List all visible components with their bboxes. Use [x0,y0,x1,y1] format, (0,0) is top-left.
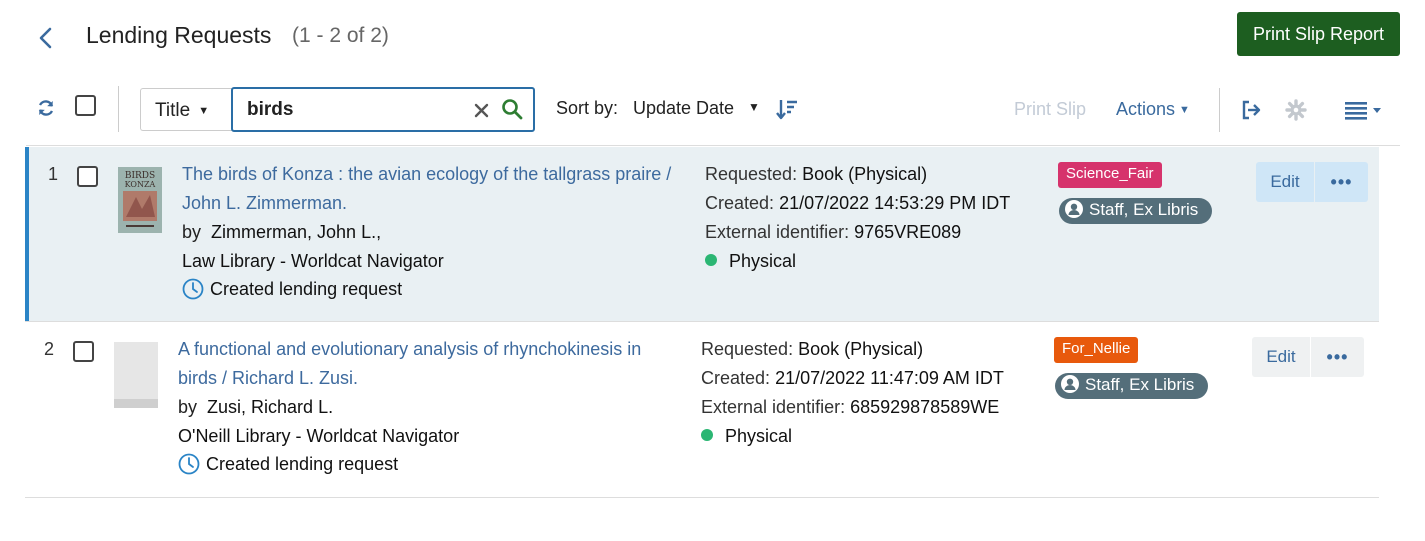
library-name: O'Neill Library - Worldcat Navigator [178,426,460,446]
toolbar: Title ▼ Sort by: Update Date ▼ Print Slip… [0,84,1425,134]
export-icon[interactable] [1240,99,1262,121]
status-line: Created lending request [178,450,398,479]
chevron-down-icon: ▼ [1179,104,1190,116]
back-icon[interactable] [36,26,56,50]
list-view-icon[interactable] [1345,100,1385,120]
created-value: 21/07/2022 11:47:09 AM IDT [775,368,1004,388]
assignee-chip[interactable]: Staff, Ex Libris [1059,198,1213,224]
requested-label: Requested: [705,164,798,184]
sort-field-select[interactable]: Update Date [633,98,734,119]
edit-button[interactable]: Edit [1256,162,1314,202]
actions-menu[interactable]: Actions ▼ [1116,99,1190,120]
created-label: Created: [701,368,771,388]
chevron-down-icon[interactable]: ▼ [748,100,760,114]
page-title: Lending Requests [86,22,272,48]
cover-lettering-konza: KONZA [125,180,156,189]
created-value: 21/07/2022 14:53:29 PM IDT [779,193,1011,213]
result-count: (1 - 2 of 2) [292,24,389,47]
tag-badge[interactable]: Science_Fair [1058,162,1162,188]
by-prefix: by [182,222,202,242]
more-actions-button[interactable]: ••• [1311,337,1364,377]
external-id-label: External identifier: [701,397,846,417]
more-actions-button[interactable]: ••• [1315,162,1368,202]
author-name: Zimmerman, John L., [211,222,382,242]
requested-value: Book (Physical) [802,164,928,184]
user-icon [1065,200,1083,218]
search-field-label: Title [155,100,191,121]
by-prefix: by [178,397,198,417]
request-details: Requested: Book (Physical) Created: 21/0… [705,160,1010,276]
book-cover-placeholder [114,342,158,408]
status-text: Created lending request [206,454,399,474]
book-cover-thumbnail: BIRDS KONZA [118,167,162,233]
sort-label: Sort by: [556,98,619,118]
status-dot-icon [701,429,713,441]
chevron-down-icon: ▼ [198,105,210,117]
status-text: Created lending request [210,279,403,299]
author-line: by Zimmerman, John L., [182,218,381,247]
created-label: Created: [705,193,775,213]
actions-label: Actions [1116,99,1176,119]
assignee-name: Staff, Ex Libris [1085,375,1195,394]
gear-icon[interactable] [1285,99,1307,121]
row-checkbox[interactable] [73,341,94,362]
refresh-icon[interactable] [36,98,56,118]
edit-button[interactable]: Edit [1252,337,1310,377]
format-value: Physical [729,251,797,271]
row-index: 1 [48,164,59,184]
list-divider [26,145,1400,146]
external-id-value: 9765VRE089 [854,222,962,242]
select-all-checkbox[interactable] [75,95,96,116]
external-id-value: 685929878589WE [850,397,1000,417]
assignee-name: Staff, Ex Libris [1089,200,1199,219]
clock-icon [182,278,204,300]
author-line: by Zusi, Richard L. [178,393,333,422]
toolbar-divider [118,86,119,132]
table-row[interactable]: 2 A functional and evolutionary analysis… [25,322,1379,496]
page-header: Lending Requests (1 - 2 of 2) Print Slip… [0,0,1425,76]
user-icon [1061,375,1079,393]
format-value: Physical [725,426,793,446]
requested-label: Requested: [701,339,794,359]
status-dot-icon [705,254,717,266]
request-title-link[interactable]: A functional and evolutionary analysis o… [178,335,683,393]
clear-icon[interactable] [473,99,491,121]
table-row[interactable]: 1 BIRDS KONZA The birds of Konza : the a… [25,147,1379,321]
request-title-link[interactable]: The birds of Konza : the avian ecology o… [182,160,687,218]
search-icon[interactable] [501,98,523,120]
print-slip-button[interactable]: Print Slip [1014,99,1086,120]
row-checkbox[interactable] [77,166,98,187]
row-divider [25,497,1379,498]
search-input[interactable] [247,97,447,123]
clock-icon [178,453,200,475]
request-details: Requested: Book (Physical) Created: 21/0… [701,335,1004,451]
search-box [231,87,535,132]
row-index: 2 [44,339,55,359]
sort-direction-icon[interactable] [775,97,799,121]
print-slip-report-button[interactable]: Print Slip Report [1237,12,1400,56]
requested-value: Book (Physical) [798,339,924,359]
toolbar-divider [1219,88,1220,132]
search-field-select[interactable]: Title ▼ [140,88,232,131]
assignee-chip[interactable]: Staff, Ex Libris [1055,373,1209,399]
tag-badge[interactable]: For_Nellie [1054,337,1139,363]
status-line: Created lending request [182,275,402,304]
author-name: Zusi, Richard L. [207,397,334,417]
library-name: Law Library - Worldcat Navigator [182,251,444,271]
external-id-label: External identifier: [705,222,850,242]
